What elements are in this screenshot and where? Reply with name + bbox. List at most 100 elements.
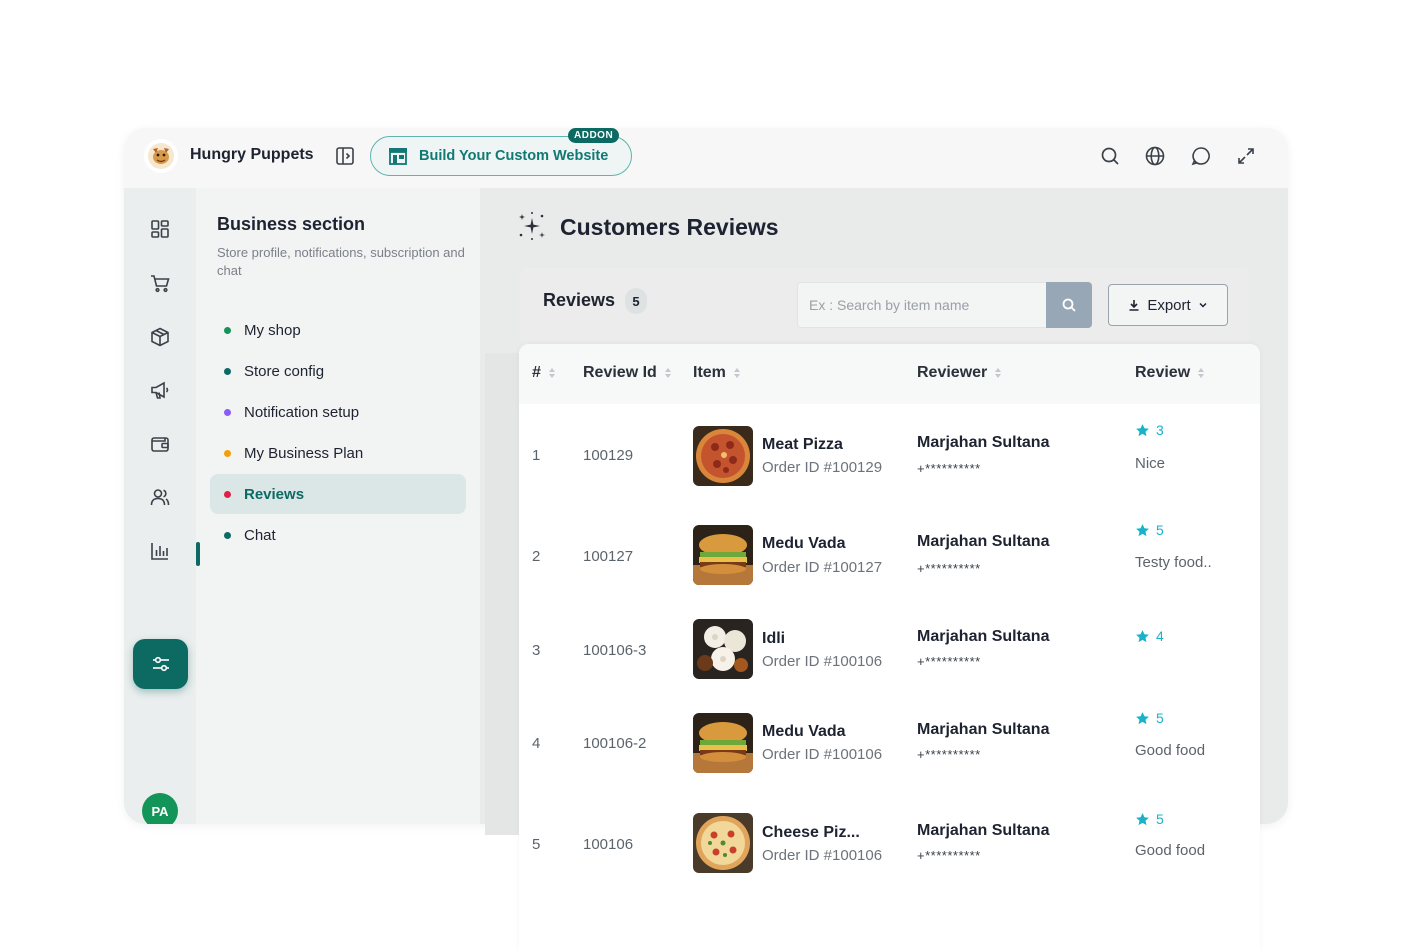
expand-icon[interactable] xyxy=(1235,145,1257,167)
review-id: 100106-2 xyxy=(583,735,647,752)
order-id: Order ID #100106 xyxy=(762,653,883,670)
menu-item-store-config[interactable]: Store config xyxy=(210,351,466,391)
menu-label: My Business Plan xyxy=(244,444,364,462)
settings-sliders-icon[interactable] xyxy=(133,639,188,689)
panel-title: Business section xyxy=(217,214,366,234)
table-header: # Review Id Item Reviewer Review xyxy=(519,344,1260,404)
sparkle-icon xyxy=(516,210,548,242)
search-input[interactable] xyxy=(797,282,1047,328)
column-label: Item xyxy=(693,364,726,381)
star-icon xyxy=(1136,711,1149,724)
storefront-icon xyxy=(389,148,407,165)
sort-icon[interactable] xyxy=(1198,368,1205,378)
reviewer-name: Marjahan Sultana xyxy=(917,434,1050,451)
item-name: Meat Pizza xyxy=(762,436,843,453)
star-icon xyxy=(1136,629,1149,642)
order-id: Order ID #100127 xyxy=(762,559,883,576)
icon-rail: PA xyxy=(124,188,196,824)
dashboard-icon[interactable] xyxy=(149,218,171,240)
table-row[interactable]: 2 100127 Medu Vada Order ID #100127 Marj… xyxy=(519,506,1260,606)
column-header-number[interactable]: # xyxy=(532,364,555,382)
chat-icon[interactable] xyxy=(1190,145,1212,167)
box-icon[interactable] xyxy=(149,326,171,348)
column-header-review[interactable]: Review xyxy=(1135,364,1205,382)
food-image-pizza xyxy=(693,426,753,486)
rating: 5 xyxy=(1135,522,1164,538)
menu-label: Store config xyxy=(244,362,325,380)
card-shadow xyxy=(485,353,519,835)
food-image-burger xyxy=(693,525,753,585)
business-section-panel: Business section Store profile, notifica… xyxy=(196,188,480,824)
item-name: Idli xyxy=(762,630,786,647)
column-header-item[interactable]: Item xyxy=(693,364,740,382)
reviewer-phone: +********** xyxy=(917,747,981,762)
rating: 4 xyxy=(1135,628,1164,644)
export-label: Export xyxy=(1147,296,1191,314)
table-row[interactable]: 4 100106-2 Medu Vada Order ID #100106 Ma… xyxy=(519,699,1260,799)
sort-icon[interactable] xyxy=(733,368,740,378)
row-number: 3 xyxy=(532,642,541,659)
panel-subtitle: Store profile, notifications, subscripti… xyxy=(217,245,465,278)
search-icon[interactable] xyxy=(1099,145,1121,167)
reviews-label: Reviews xyxy=(543,290,616,310)
column-header-review-id[interactable]: Review Id xyxy=(583,364,671,382)
rating-value: 4 xyxy=(1156,628,1164,644)
column-header-reviewer[interactable]: Reviewer xyxy=(917,364,1002,382)
megaphone-icon[interactable] xyxy=(149,379,171,401)
row-number: 4 xyxy=(532,735,541,752)
menu-dot xyxy=(224,531,231,539)
sort-icon[interactable] xyxy=(664,368,671,378)
column-label: # xyxy=(532,364,541,381)
menu-item-reviews[interactable]: Reviews xyxy=(210,474,466,514)
menu-dot xyxy=(224,367,231,375)
export-button[interactable]: Export xyxy=(1108,284,1228,326)
menu-item-business-plan[interactable]: My Business Plan xyxy=(210,433,466,473)
menu-item-notification-setup[interactable]: Notification setup xyxy=(210,392,466,432)
search-button[interactable] xyxy=(1046,282,1092,328)
users-icon[interactable] xyxy=(149,486,171,508)
food-image-burger xyxy=(693,713,753,773)
review-comment: Nice xyxy=(1135,455,1166,472)
reviewer-name: Marjahan Sultana xyxy=(917,721,1050,738)
download-icon xyxy=(1129,300,1139,311)
menu-label: Chat xyxy=(244,526,276,544)
review-comment: Testy food.. xyxy=(1135,554,1212,571)
globe-icon[interactable] xyxy=(1144,145,1166,167)
wallet-icon[interactable] xyxy=(149,433,171,455)
menu-item-chat[interactable]: Chat xyxy=(210,515,466,555)
review-id: 100129 xyxy=(583,447,634,464)
column-label: Review Id xyxy=(583,364,657,381)
reviewer-name: Marjahan Sultana xyxy=(917,628,1050,645)
reviews-toolbar: Reviews 5 Export xyxy=(519,268,1249,348)
rating: 5 xyxy=(1135,811,1164,827)
sort-icon[interactable] xyxy=(548,368,555,378)
menu-item-my-shop[interactable]: My shop xyxy=(210,310,466,350)
review-id: 100106-3 xyxy=(583,642,647,659)
order-id: Order ID #100106 xyxy=(762,746,883,763)
reviewer-phone: +********** xyxy=(917,654,981,669)
cart-icon[interactable] xyxy=(149,272,171,294)
chart-icon[interactable] xyxy=(149,540,171,562)
brand-logo[interactable] xyxy=(144,139,178,173)
review-id: 100106 xyxy=(583,836,634,853)
sort-icon[interactable] xyxy=(995,368,1002,378)
star-icon xyxy=(1136,812,1149,825)
column-label: Reviewer xyxy=(917,364,988,381)
star-icon xyxy=(1136,423,1149,436)
search-icon xyxy=(1062,298,1076,312)
active-indicator xyxy=(196,542,200,566)
review-id: 100127 xyxy=(583,548,634,565)
review-comment: Good food xyxy=(1135,842,1206,859)
table-row[interactable]: 1 100129 Meat Pizza Order ID #100129 Mar… xyxy=(519,406,1260,506)
rating: 3 xyxy=(1135,422,1164,438)
reviewer-name: Marjahan Sultana xyxy=(917,822,1050,839)
build-website-label: Build Your Custom Website xyxy=(419,148,609,164)
sidebar-toggle-icon[interactable] xyxy=(334,145,356,167)
table-row[interactable]: 3 100106-3 Idli Order ID #100106 Marjaha… xyxy=(519,606,1260,706)
menu-dot xyxy=(224,449,231,457)
user-avatar[interactable]: PA xyxy=(142,793,178,824)
reviewer-phone: +********** xyxy=(917,461,981,476)
star-icon xyxy=(1136,523,1149,536)
table-row[interactable]: 5 100106 Cheese Piz... Order ID #100106 … xyxy=(519,799,1260,899)
item-name: Cheese Piz... xyxy=(762,824,860,841)
